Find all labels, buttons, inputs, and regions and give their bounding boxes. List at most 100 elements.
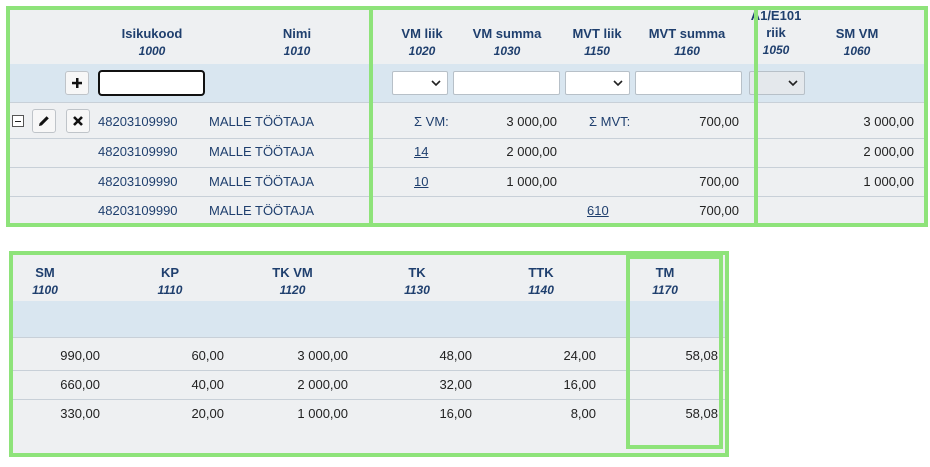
header-title: TK — [408, 265, 426, 280]
header-code: 1030 — [493, 44, 521, 58]
mvt-liik-filter-select[interactable] — [565, 71, 630, 95]
cell-sm-vm: 1 000,00 — [863, 174, 914, 189]
header-title: SM — [35, 265, 55, 280]
vm-liik-filter-select[interactable] — [392, 71, 448, 95]
cell-nimi[interactable]: MALLE TÖÖTAJA — [209, 144, 314, 160]
cell-mvt-summa: 700,00 — [699, 114, 739, 129]
cell-nimi[interactable]: MALLE TÖÖTAJA — [209, 114, 314, 130]
header-code: 1120 — [279, 283, 306, 297]
header-title: MVT summa — [648, 26, 726, 41]
mvt-summa-filter-input[interactable] — [635, 71, 742, 95]
row-divider — [7, 102, 925, 103]
header-nimi[interactable]: Nimi 1010 — [257, 26, 337, 59]
cell-nimi[interactable]: MALLE TÖÖTAJA — [209, 203, 314, 219]
header-title: TTK — [528, 265, 554, 280]
header-tk-vm[interactable]: TK VM 1120 — [260, 265, 325, 298]
cell-kp: 20,00 — [191, 406, 224, 421]
cell-kp: 40,00 — [191, 377, 224, 392]
header-title: Isikukood — [121, 26, 183, 41]
header-title: SM VM — [835, 26, 879, 41]
pencil-icon — [39, 116, 49, 126]
edit-row-button[interactable] — [32, 109, 56, 133]
row-divider — [7, 196, 925, 197]
cell-tk: 16,00 — [439, 406, 472, 421]
minus-box-icon[interactable] — [12, 115, 24, 127]
add-row-button[interactable] — [65, 71, 89, 95]
delete-row-button[interactable] — [66, 109, 90, 133]
header-mvt-summa[interactable]: MVT summa 1160 — [637, 26, 737, 59]
header-title-line2: riik — [766, 25, 786, 40]
cell-sm-vm: 2 000,00 — [863, 144, 914, 159]
header-title: TM — [655, 265, 675, 280]
cell-nimi[interactable]: MALLE TÖÖTAJA — [209, 174, 314, 190]
header-title: MVT liik — [572, 26, 622, 41]
header-mvt-liik[interactable]: MVT liik 1150 — [562, 26, 632, 59]
cell-isikukood[interactable]: 48203109990 — [98, 114, 178, 130]
cell-tm: 58,08 — [685, 348, 718, 363]
header-code: 1010 — [283, 44, 311, 58]
row-divider — [10, 370, 728, 371]
header-title: TK VM — [272, 265, 313, 280]
header-sm[interactable]: SM 1100 — [20, 265, 70, 298]
header-isikukood[interactable]: Isikukood 1000 — [107, 26, 197, 59]
chevron-down-icon — [431, 80, 441, 87]
chevron-down-icon — [613, 80, 623, 87]
vm-summa-filter-input[interactable] — [453, 71, 560, 95]
cell-vm-summa: 2 000,00 — [506, 144, 557, 159]
cell-vm-liik-link[interactable]: 14 — [414, 144, 428, 160]
header-kp[interactable]: KP 1110 — [145, 265, 195, 298]
header-a1-riik[interactable]: A1/E101 riik 1050 — [745, 8, 807, 58]
header-title: VM summa — [472, 26, 542, 41]
header-code: 1050 — [762, 43, 790, 57]
cell-tk-vm: 3 000,00 — [297, 348, 348, 363]
cell-sm: 330,00 — [60, 406, 100, 421]
row-divider — [10, 399, 728, 400]
cell-mvt-summa: 700,00 — [699, 203, 739, 218]
cell-ttk: 8,00 — [570, 406, 596, 421]
header-title: A1/E101 — [750, 8, 802, 23]
cell-tk: 32,00 — [439, 377, 472, 392]
header-vm-summa[interactable]: VM summa 1030 — [462, 26, 552, 59]
cell-vm-summa: 1 000,00 — [506, 174, 557, 189]
cell-tm: 58,08 — [685, 406, 718, 421]
header-code: 1060 — [843, 44, 871, 58]
cell-mvt-summa: 700,00 — [699, 174, 739, 189]
header-vm-liik[interactable]: VM liik 1020 — [387, 26, 457, 59]
header-code: 1110 — [157, 283, 183, 297]
header-tm[interactable]: TM 1170 — [640, 265, 690, 298]
cell-ttk: 24,00 — [563, 348, 596, 363]
header-code: 1020 — [408, 44, 436, 58]
cell-vm-summa: 3 000,00 — [506, 114, 557, 129]
cell-isikukood[interactable]: 48203109990 — [98, 144, 178, 160]
header-title: VM liik — [401, 26, 443, 41]
cell-sm: 660,00 — [60, 377, 100, 392]
header-code: 1130 — [404, 283, 430, 297]
cell-tk-vm: 2 000,00 — [297, 377, 348, 392]
close-icon — [73, 116, 83, 126]
cell-vm-sum-label: Σ VM: — [414, 114, 449, 129]
chevron-down-icon — [788, 80, 798, 87]
header-sm-vm[interactable]: SM VM 1060 — [817, 26, 897, 59]
isikukood-filter-input[interactable] — [98, 70, 205, 96]
cell-isikukood[interactable]: 48203109990 — [98, 203, 178, 219]
header-title: Nimi — [282, 26, 312, 41]
cell-isikukood[interactable]: 48203109990 — [98, 174, 178, 190]
cell-sm-vm: 3 000,00 — [863, 114, 914, 129]
header-title: KP — [160, 265, 180, 280]
cell-mvt-sum-label: Σ MVT: — [589, 114, 631, 129]
cell-tk-vm: 1 000,00 — [297, 406, 348, 421]
cell-sm: 990,00 — [60, 348, 100, 363]
plus-icon — [72, 78, 82, 88]
cell-kp: 60,00 — [191, 348, 224, 363]
header-tk[interactable]: TK 1130 — [392, 265, 442, 298]
header-code: 1000 — [138, 44, 166, 58]
header-ttk[interactable]: TTK 1140 — [516, 265, 566, 298]
riik-filter-select[interactable] — [749, 71, 805, 95]
row-divider — [7, 138, 925, 139]
cell-tk: 48,00 — [439, 348, 472, 363]
header-code: 1100 — [32, 283, 58, 297]
cell-mvt-liik-link[interactable]: 610 — [587, 203, 609, 219]
cell-vm-liik-link[interactable]: 10 — [414, 174, 428, 190]
top-grid-panel: Isikukood 1000 Nimi 1010 VM liik 1020 VM… — [7, 6, 925, 226]
cell-ttk: 16,00 — [563, 377, 596, 392]
